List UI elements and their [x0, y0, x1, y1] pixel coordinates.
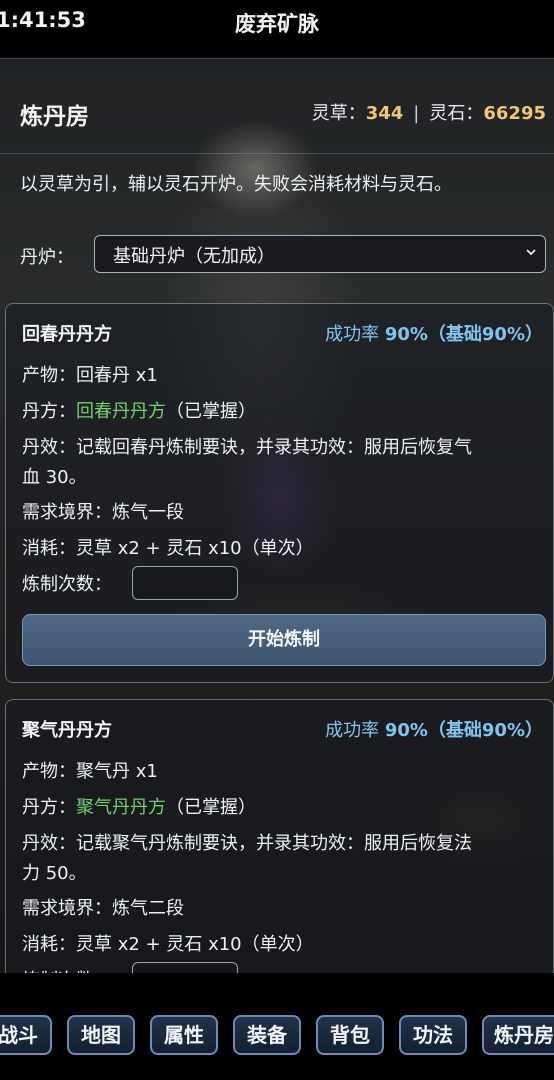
header-divider — [0, 153, 554, 154]
recipe-effect-cont: 力 50。 — [22, 863, 87, 884]
resource-counter: 灵草：344 | 灵石：66295 — [312, 99, 546, 125]
bottom-nav: 战斗 地图 属性 装备 背包 功法 炼丹房 — [0, 973, 554, 1080]
herb-label: 灵草： — [311, 103, 366, 124]
success-rate-label: 成功率 — [325, 324, 385, 345]
recipe-formula-status: （已掌握） — [166, 797, 256, 818]
recipe-effect: 丹效：记载回春丹炼制要诀，并录其功效：服用后恢复气 — [22, 437, 472, 458]
top-bar: 1:41:53 废弃矿脉 — [0, 0, 554, 46]
recipe-formula-name[interactable]: 回春丹丹方 — [76, 401, 166, 422]
furnace-label: 丹炉： — [20, 247, 74, 268]
recipe-effect: 丹效：记载聚气丹炼制要诀，并录其功效：服用后恢复法 — [22, 833, 472, 854]
recipe-formula-label: 丹方： — [22, 797, 76, 818]
success-rate-value: 90% — [384, 720, 428, 741]
resource-separator: | — [413, 103, 420, 124]
nav-battle[interactable]: 战斗 — [0, 1015, 52, 1055]
success-rate: 成功率 90%（基础90%） — [325, 716, 543, 742]
nav-backpack[interactable]: 背包 — [316, 1015, 384, 1055]
recipe-product: 产物：回春丹 x1 — [22, 365, 158, 386]
recipe-formula-label: 丹方： — [22, 401, 76, 422]
stone-label: 灵石： — [429, 103, 484, 124]
recipe-cost: 消耗：灵草 x2 + 灵石 x10（单次） — [22, 934, 314, 955]
nav-skills[interactable]: 功法 — [399, 1015, 467, 1055]
furnace-selected-value: 基础丹炉（无加成） — [113, 246, 275, 267]
craft-count-label: 炼制次数： — [22, 574, 112, 595]
nav-equipment[interactable]: 装备 — [233, 1015, 301, 1055]
intro-text: 以灵草为引，辅以灵石开炉。失败会消耗材料与灵石。 — [20, 174, 452, 195]
nav-map[interactable]: 地图 — [67, 1015, 135, 1055]
page-title: 炼丹房 — [20, 104, 89, 130]
alchemy-panel: 炼丹房 灵草：344 | 灵石：66295 以灵草为引，辅以灵石开炉。失败会消耗材料… — [0, 58, 554, 974]
recipe-title: 聚气丹丹方 — [22, 720, 112, 741]
nav-alchemy[interactable]: 炼丹房 — [482, 1015, 554, 1055]
success-rate-label: 成功率 — [325, 720, 385, 741]
recipe-formula-status: （已掌握） — [166, 401, 256, 422]
stone-value: 66295 — [483, 103, 546, 124]
app-title: 废弃矿脉 — [235, 12, 319, 36]
recipe-card: 回春丹丹方 成功率 90%（基础90%） 产物：回春丹 x1 丹方：回春丹丹方（… — [5, 303, 554, 683]
recipe-effect-cont: 血 30。 — [22, 467, 87, 488]
furnace-select[interactable]: 基础丹炉（无加成） — [94, 235, 546, 273]
success-rate-base: （基础90%） — [427, 720, 543, 741]
recipe-cost: 消耗：灵草 x2 + 灵石 x10（单次） — [22, 538, 314, 559]
herb-value: 344 — [365, 103, 404, 124]
recipe-formula-name[interactable]: 聚气丹丹方 — [76, 797, 166, 818]
success-rate: 成功率 90%（基础90%） — [325, 320, 543, 346]
recipe-card: 聚气丹丹方 成功率 90%（基础90%） 产物：聚气丹 x1 丹方：聚气丹丹方（… — [5, 699, 554, 974]
recipe-realm: 需求境界：炼气一段 — [22, 502, 184, 523]
recipe-title: 回春丹丹方 — [22, 324, 112, 345]
success-rate-base: （基础90%） — [427, 324, 543, 345]
nav-attributes[interactable]: 属性 — [150, 1015, 218, 1055]
recipe-formula: 丹方：聚气丹丹方（已掌握） — [22, 793, 256, 819]
recipe-realm: 需求境界：炼气二段 — [22, 898, 184, 919]
craft-count-input[interactable] — [132, 566, 238, 600]
start-craft-button[interactable]: 开始炼制 — [22, 614, 546, 666]
recipe-product: 产物：聚气丹 x1 — [22, 761, 158, 782]
success-rate-value: 90% — [384, 324, 428, 345]
chevron-down-icon — [526, 249, 536, 256]
recipe-formula: 丹方：回春丹丹方（已掌握） — [22, 397, 256, 423]
